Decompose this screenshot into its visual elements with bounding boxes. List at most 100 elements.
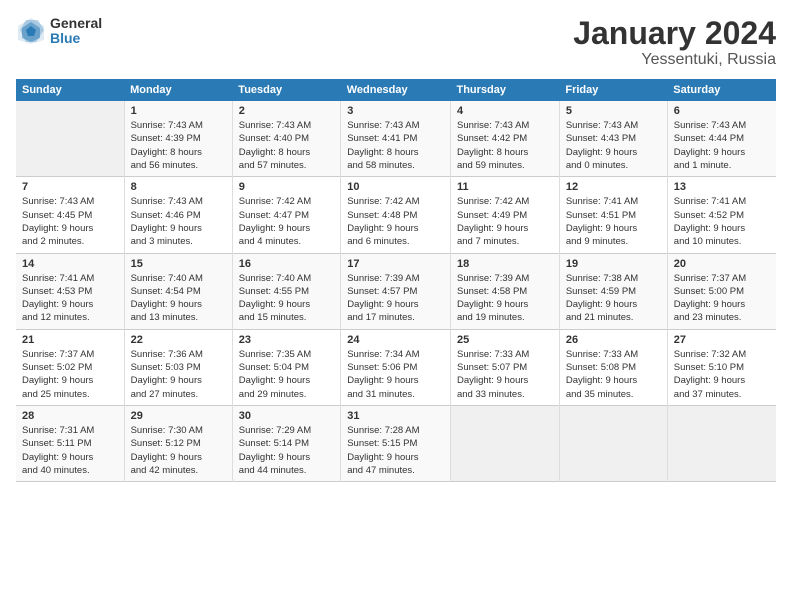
day-cell: 3 Sunrise: 7:43 AMSunset: 4:41 PMDaylight… — [341, 101, 451, 177]
day-info: Sunrise: 7:39 AMSunset: 4:57 PMDaylight:… — [347, 272, 444, 325]
day-number: 4 — [457, 105, 553, 117]
day-number: 14 — [22, 258, 118, 270]
day-cell: 18 Sunrise: 7:39 AMSunset: 4:58 PMDayligh… — [450, 253, 559, 329]
day-info: Sunrise: 7:30 AMSunset: 5:12 PMDaylight:… — [131, 424, 226, 477]
day-cell: 30 Sunrise: 7:29 AMSunset: 5:14 PMDayligh… — [232, 405, 340, 481]
header: General Blue January 2024 Yessentuki, Ru… — [16, 16, 776, 69]
day-number: 28 — [22, 410, 118, 422]
day-info: Sunrise: 7:37 AMSunset: 5:02 PMDaylight:… — [22, 348, 118, 401]
day-cell: 8 Sunrise: 7:43 AMSunset: 4:46 PMDaylight… — [124, 177, 232, 253]
location-title: Yessentuki, Russia — [573, 51, 776, 69]
day-info: Sunrise: 7:43 AMSunset: 4:42 PMDaylight:… — [457, 119, 553, 172]
day-cell: 2 Sunrise: 7:43 AMSunset: 4:40 PMDaylight… — [232, 101, 340, 177]
day-cell: 16 Sunrise: 7:40 AMSunset: 4:55 PMDayligh… — [232, 253, 340, 329]
calendar-body: 1Sunrise: 7:43 AMSunset: 4:39 PMDaylight… — [16, 101, 776, 481]
day-number: 7 — [22, 181, 118, 193]
day-number: 18 — [457, 258, 553, 270]
day-number: 8 — [131, 181, 226, 193]
day-info: Sunrise: 7:43 AMSunset: 4:41 PMDaylight:… — [347, 119, 444, 172]
day-cell: 12 Sunrise: 7:41 AMSunset: 4:51 PMDayligh… — [559, 177, 667, 253]
day-cell — [559, 405, 667, 481]
day-cell: 24 Sunrise: 7:34 AMSunset: 5:06 PMDayligh… — [341, 329, 451, 405]
day-info: Sunrise: 7:41 AMSunset: 4:52 PMDaylight:… — [674, 195, 770, 248]
day-cell: 26 Sunrise: 7:33 AMSunset: 5:08 PMDayligh… — [559, 329, 667, 405]
day-number: 17 — [347, 258, 444, 270]
day-number: 9 — [239, 181, 334, 193]
week-row-5: 28 Sunrise: 7:31 AMSunset: 5:11 PMDayligh… — [16, 405, 776, 481]
day-cell: 13 Sunrise: 7:41 AMSunset: 4:52 PMDayligh… — [667, 177, 776, 253]
day-number: 20 — [674, 258, 770, 270]
title-block: January 2024 Yessentuki, Russia — [573, 16, 776, 69]
day-number: 29 — [131, 410, 226, 422]
day-cell: 1Sunrise: 7:43 AMSunset: 4:39 PMDaylight… — [124, 101, 232, 177]
day-info: Sunrise: 7:36 AMSunset: 5:03 PMDaylight:… — [131, 348, 226, 401]
day-number: 26 — [566, 334, 661, 346]
logo: General Blue — [16, 16, 102, 47]
header-friday: Friday — [559, 79, 667, 101]
header-monday: Monday — [124, 79, 232, 101]
day-info: Sunrise: 7:37 AMSunset: 5:00 PMDaylight:… — [674, 272, 770, 325]
day-number: 2 — [239, 105, 334, 117]
day-cell: 23Sunrise: 7:35 AMSunset: 5:04 PMDayligh… — [232, 329, 340, 405]
header-row: Sunday Monday Tuesday Wednesday Thursday… — [16, 79, 776, 101]
week-row-3: 14 Sunrise: 7:41 AMSunset: 4:53 PMDayligh… — [16, 253, 776, 329]
day-info: Sunrise: 7:38 AMSunset: 4:59 PMDaylight:… — [566, 272, 661, 325]
day-info: Sunrise: 7:29 AMSunset: 5:14 PMDaylight:… — [239, 424, 334, 477]
day-number: 25 — [457, 334, 553, 346]
day-info: Sunrise: 7:31 AMSunset: 5:11 PMDaylight:… — [22, 424, 118, 477]
day-cell: 11 Sunrise: 7:42 AMSunset: 4:49 PMDayligh… — [450, 177, 559, 253]
logo-general-text: General — [50, 16, 102, 31]
day-info: Sunrise: 7:41 AMSunset: 4:53 PMDaylight:… — [22, 272, 118, 325]
day-info: Sunrise: 7:42 AMSunset: 4:49 PMDaylight:… — [457, 195, 553, 248]
day-cell: 27Sunrise: 7:32 AMSunset: 5:10 PMDayligh… — [667, 329, 776, 405]
day-cell: 17 Sunrise: 7:39 AMSunset: 4:57 PMDayligh… — [341, 253, 451, 329]
day-info: Sunrise: 7:39 AMSunset: 4:58 PMDaylight:… — [457, 272, 553, 325]
day-number: 31 — [347, 410, 444, 422]
day-info: Sunrise: 7:43 AMSunset: 4:43 PMDaylight:… — [566, 119, 661, 172]
day-number: 27 — [674, 334, 770, 346]
day-cell: 21 Sunrise: 7:37 AMSunset: 5:02 PMDayligh… — [16, 329, 124, 405]
day-number: 15 — [131, 258, 226, 270]
logo-blue-text: Blue — [50, 31, 102, 46]
day-number: 23 — [239, 334, 334, 346]
day-info: Sunrise: 7:43 AMSunset: 4:39 PMDaylight:… — [131, 119, 226, 172]
day-cell: 28 Sunrise: 7:31 AMSunset: 5:11 PMDayligh… — [16, 405, 124, 481]
day-info: Sunrise: 7:43 AMSunset: 4:46 PMDaylight:… — [131, 195, 226, 248]
day-info: Sunrise: 7:34 AMSunset: 5:06 PMDaylight:… — [347, 348, 444, 401]
day-number: 16 — [239, 258, 334, 270]
day-cell: 5Sunrise: 7:43 AMSunset: 4:43 PMDaylight… — [559, 101, 667, 177]
day-info: Sunrise: 7:33 AMSunset: 5:07 PMDaylight:… — [457, 348, 553, 401]
day-info: Sunrise: 7:28 AMSunset: 5:15 PMDaylight:… — [347, 424, 444, 477]
day-cell — [16, 101, 124, 177]
day-info: Sunrise: 7:33 AMSunset: 5:08 PMDaylight:… — [566, 348, 661, 401]
day-info: Sunrise: 7:41 AMSunset: 4:51 PMDaylight:… — [566, 195, 661, 248]
day-cell: 9Sunrise: 7:42 AMSunset: 4:47 PMDaylight… — [232, 177, 340, 253]
day-number: 13 — [674, 181, 770, 193]
day-number: 30 — [239, 410, 334, 422]
day-info: Sunrise: 7:40 AMSunset: 4:54 PMDaylight:… — [131, 272, 226, 325]
day-number: 11 — [457, 181, 553, 193]
day-number: 19 — [566, 258, 661, 270]
day-number: 24 — [347, 334, 444, 346]
week-row-4: 21 Sunrise: 7:37 AMSunset: 5:02 PMDayligh… — [16, 329, 776, 405]
header-sunday: Sunday — [16, 79, 124, 101]
week-row-1: 1Sunrise: 7:43 AMSunset: 4:39 PMDaylight… — [16, 101, 776, 177]
page: General Blue January 2024 Yessentuki, Ru… — [0, 0, 792, 612]
day-cell: 31 Sunrise: 7:28 AMSunset: 5:15 PMDayligh… — [341, 405, 451, 481]
day-cell: 20 Sunrise: 7:37 AMSunset: 5:00 PMDayligh… — [667, 253, 776, 329]
day-number: 6 — [674, 105, 770, 117]
day-info: Sunrise: 7:43 AMSunset: 4:40 PMDaylight:… — [239, 119, 334, 172]
header-wednesday: Wednesday — [341, 79, 451, 101]
day-info: Sunrise: 7:40 AMSunset: 4:55 PMDaylight:… — [239, 272, 334, 325]
day-number: 12 — [566, 181, 661, 193]
calendar-table: Sunday Monday Tuesday Wednesday Thursday… — [16, 79, 776, 482]
day-cell: 29 Sunrise: 7:30 AMSunset: 5:12 PMDayligh… — [124, 405, 232, 481]
day-number: 3 — [347, 105, 444, 117]
day-number: 21 — [22, 334, 118, 346]
day-cell: 14 Sunrise: 7:41 AMSunset: 4:53 PMDayligh… — [16, 253, 124, 329]
day-cell: 10Sunrise: 7:42 AMSunset: 4:48 PMDayligh… — [341, 177, 451, 253]
day-cell — [667, 405, 776, 481]
header-thursday: Thursday — [450, 79, 559, 101]
calendar-header: Sunday Monday Tuesday Wednesday Thursday… — [16, 79, 776, 101]
day-info: Sunrise: 7:43 AMSunset: 4:45 PMDaylight:… — [22, 195, 118, 248]
